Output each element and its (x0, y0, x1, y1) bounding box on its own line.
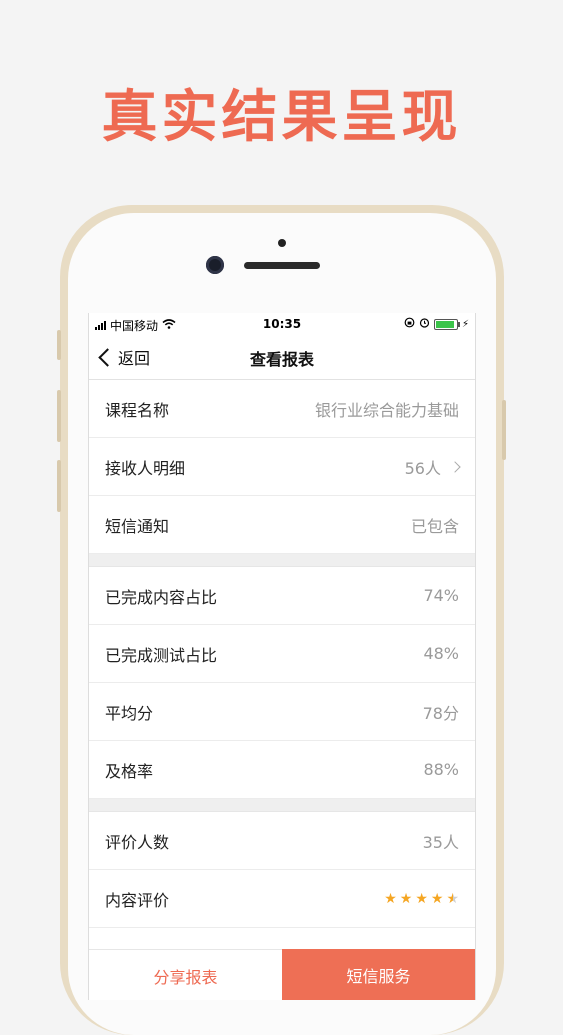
phone-screen: 中国移动 10:35 ⚡ 返回 查看报表 课程名称 银行业综合能力基础 接收人明… (88, 313, 476, 1000)
charging-icon: ⚡ (461, 318, 469, 330)
row-value: 已包含 (410, 516, 459, 536)
volume-up-button (57, 390, 61, 442)
row-label: 平均分 (105, 703, 154, 723)
row-average-score: 平均分 78分 (89, 683, 475, 741)
lock-rotation-icon (404, 317, 415, 331)
volume-down-button (57, 460, 61, 512)
row-label: 短信通知 (105, 516, 170, 536)
sms-service-button[interactable]: 短信服务 (282, 949, 475, 1000)
chevron-right-icon (449, 460, 461, 473)
battery-icon (433, 318, 460, 330)
row-pass-rate: 及格率 88% (89, 741, 475, 799)
row-label: 及格率 (105, 761, 154, 781)
row-test-completion: 已完成测试占比 48% (89, 625, 475, 683)
star-icon: ★ (399, 890, 413, 907)
row-content-rating: 内容评价 ★ ★ ★ ★ ★ (89, 870, 475, 928)
row-label: 已完成内容占比 (105, 587, 218, 607)
row-course-name: 课程名称 银行业综合能力基础 (89, 380, 475, 438)
report-section-course: 课程名称 银行业综合能力基础 接收人明细 56人 短信通知 已包含 (89, 380, 475, 554)
share-report-button[interactable]: 分享报表 (89, 949, 282, 1000)
row-label: 评价人数 (105, 832, 170, 852)
row-value: 88% (423, 760, 459, 779)
row-recipient-details[interactable]: 接收人明细 56人 (89, 438, 475, 496)
star-icon: ★ (384, 890, 397, 907)
bottom-action-bar: 分享报表 短信服务 (89, 949, 475, 1000)
row-label: 接收人明细 (105, 458, 186, 478)
row-content-completion: 已完成内容占比 74% (89, 567, 475, 625)
star-icon: ★ (415, 890, 428, 907)
row-value: 74% (423, 586, 459, 605)
star-icon: ★ (430, 890, 444, 907)
alarm-icon (419, 317, 430, 331)
row-value: 35人 (422, 832, 459, 852)
headline: 真实结果呈现 (101, 85, 462, 150)
row-value: 56人 (404, 458, 441, 478)
row-value: 48% (423, 644, 459, 663)
page-title: 查看报表 (249, 350, 314, 369)
mute-switch (57, 330, 61, 360)
section-divider (89, 554, 475, 567)
report-section-progress: 已完成内容占比 74% 已完成测试占比 48% 平均分 78分 及格率 88% (89, 567, 475, 799)
row-sms-notification: 短信通知 已包含 (89, 496, 475, 554)
row-label: 课程名称 (105, 400, 170, 420)
row-reviewer-count: 评价人数 35人 (89, 812, 475, 870)
row-label: 已完成测试占比 (105, 645, 218, 665)
row-label: 内容评价 (105, 890, 170, 910)
section-divider (89, 799, 475, 812)
sensor-icon (278, 239, 286, 247)
star-rating: ★ ★ ★ ★ ★ (384, 892, 459, 906)
row-value: 78分 (422, 703, 459, 723)
power-button (502, 400, 506, 460)
navigation-bar: 返回 查看报表 (89, 335, 475, 380)
row-value: 银行业综合能力基础 (314, 400, 459, 420)
front-camera-icon (206, 256, 224, 274)
earpiece-speaker (244, 262, 320, 269)
half-star-icon: ★ (446, 890, 459, 907)
status-bar: 中国移动 10:35 ⚡ (89, 313, 475, 335)
